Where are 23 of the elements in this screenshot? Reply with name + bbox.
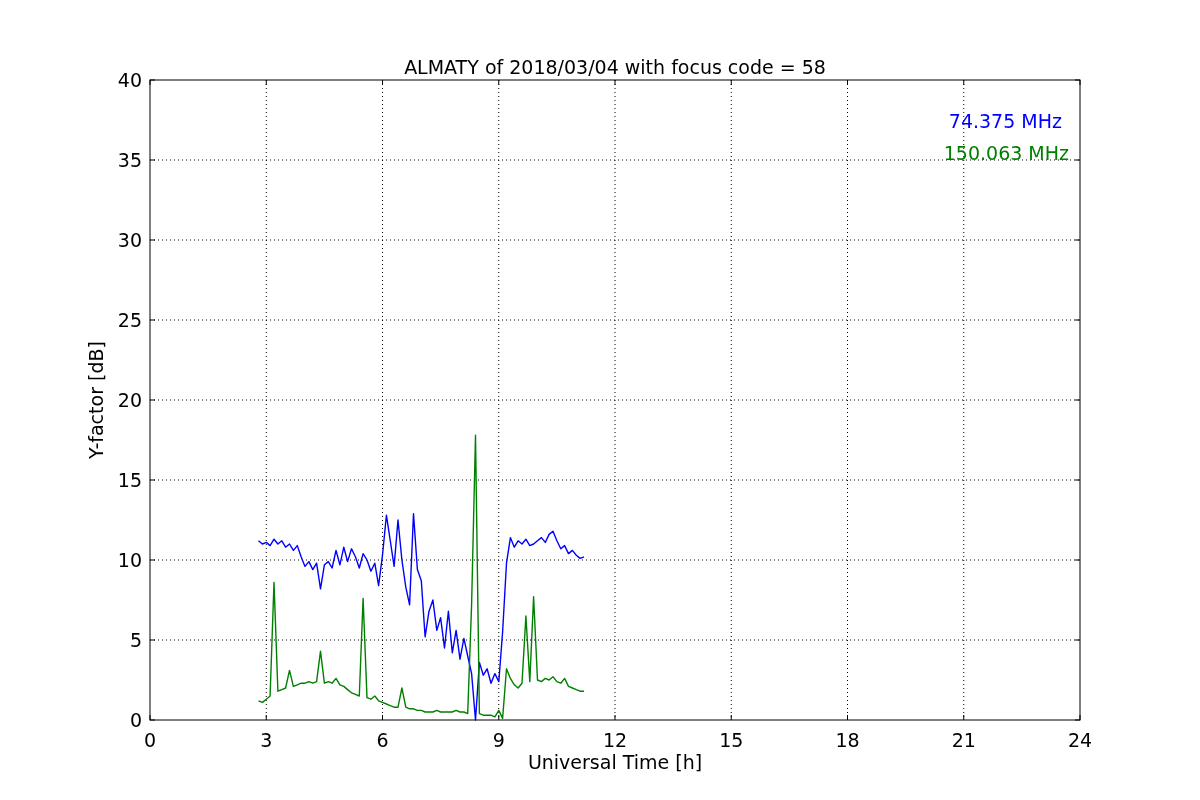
x-tick-label: 12 (602, 729, 628, 751)
legend-label: 74.375 MHz (948, 110, 1062, 132)
y-axis-label: Y-factor [dB] (85, 341, 107, 459)
y-tick-label: 15 (117, 469, 142, 491)
y-tick-label: 0 (129, 709, 142, 731)
x-tick-label: 24 (1067, 729, 1093, 751)
x-tick-label: 0 (143, 729, 157, 751)
x-tick-label: 15 (719, 729, 744, 751)
legend-label: 150.063 MHz (943, 142, 1069, 164)
x-axis-label: Universal Time [h] (527, 751, 703, 773)
x-tick-label: 6 (376, 729, 389, 751)
y-tick-label: 20 (117, 389, 142, 411)
y-tick-label: 35 (117, 149, 142, 171)
x-tick-label: 18 (835, 729, 860, 751)
y-tick-label: 40 (117, 69, 142, 91)
y-tick-label: 30 (117, 229, 142, 251)
y-tick-label: 25 (117, 309, 142, 331)
y-tick-label: 10 (117, 549, 142, 571)
x-tick-label: 21 (951, 729, 976, 751)
x-tick-label: 3 (260, 729, 273, 751)
chart-title: ALMATY of 2018/03/04 with focus code = 58 (404, 56, 826, 78)
y-tick-label: 5 (129, 629, 142, 651)
x-tick-label: 9 (492, 729, 505, 751)
